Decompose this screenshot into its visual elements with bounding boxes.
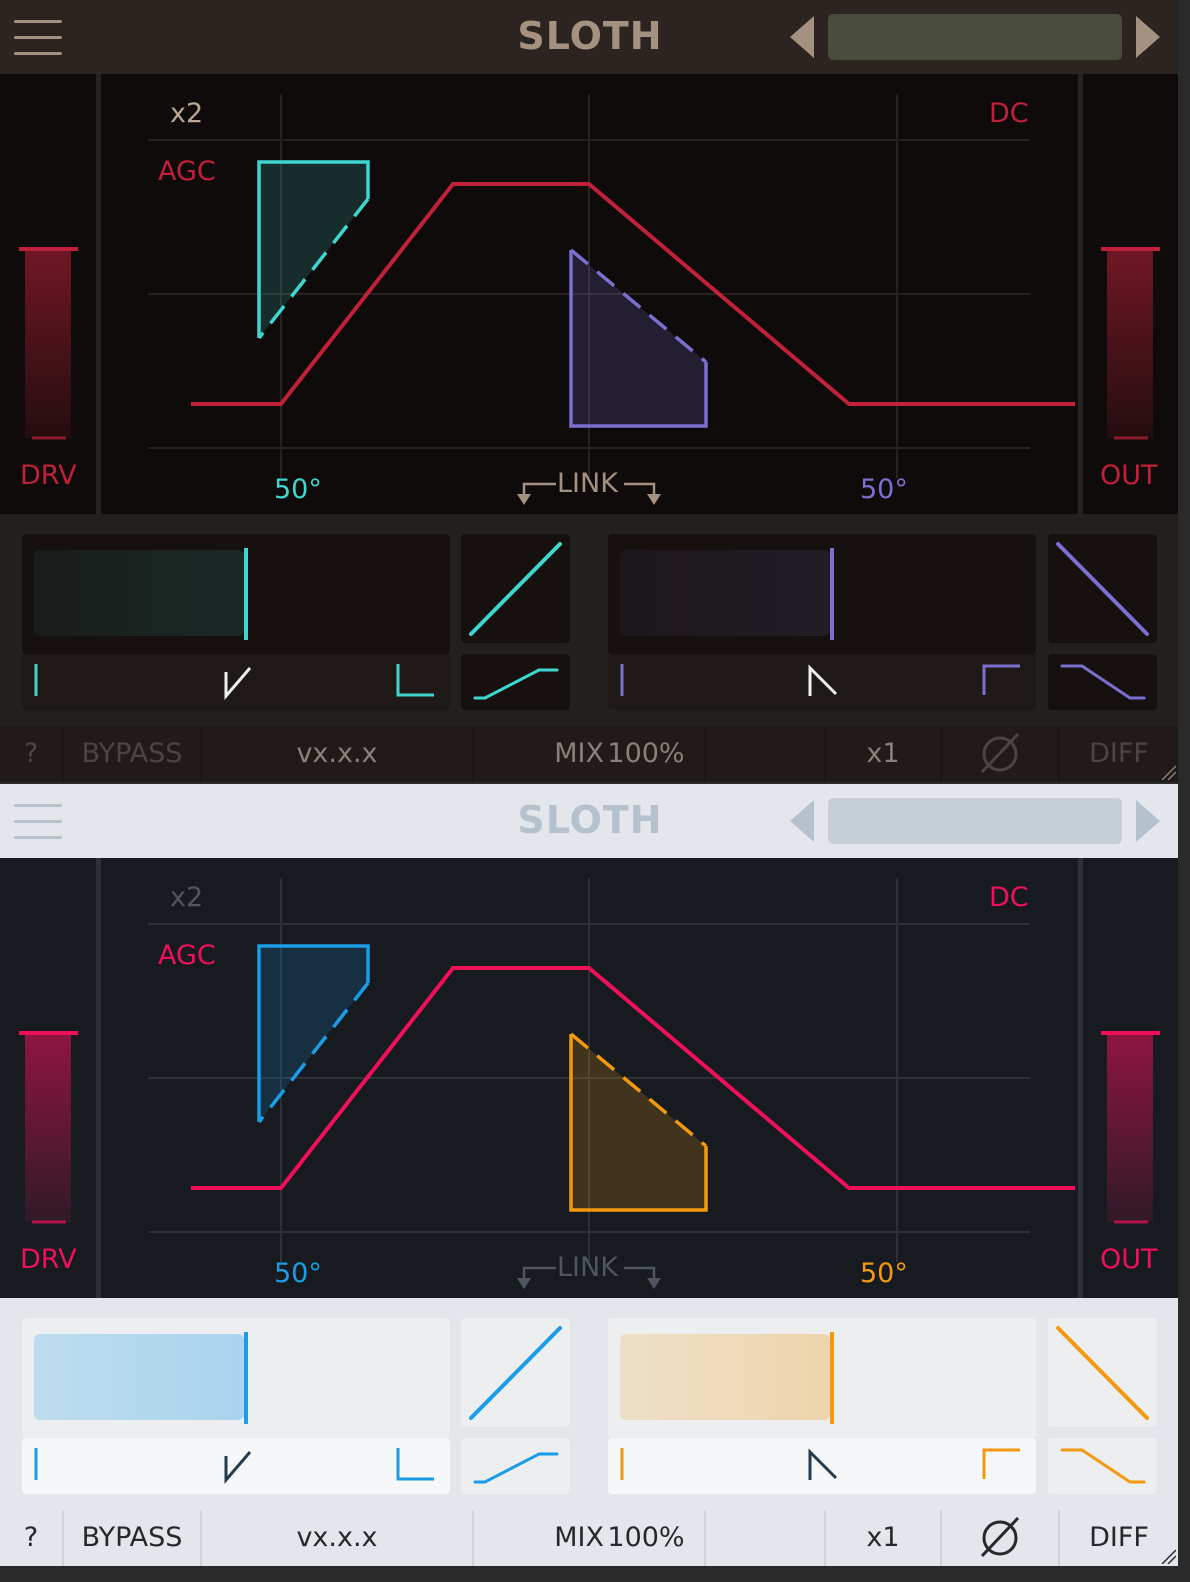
diagonal-rise-icon[interactable] bbox=[461, 534, 570, 643]
footer-bar: ? BYPASS vx.x.x MIX 100% x1 DIFF bbox=[0, 726, 1178, 782]
hamburger-menu-icon[interactable] bbox=[14, 18, 64, 58]
soft-rise-icon[interactable] bbox=[461, 654, 570, 710]
left-angle-value[interactable]: 50° bbox=[274, 474, 322, 505]
triangle-right-icon[interactable] bbox=[1136, 800, 1160, 842]
plugin-title: SLOTH bbox=[517, 14, 663, 58]
diagonal-rise-icon[interactable] bbox=[461, 1318, 570, 1427]
output-label: OUT bbox=[1100, 1244, 1158, 1275]
right-slider-box[interactable] bbox=[608, 534, 1036, 654]
drive-meter[interactable] bbox=[19, 1031, 78, 1224]
agc-label[interactable]: AGC bbox=[158, 156, 216, 187]
resize-grip-icon[interactable] bbox=[1160, 764, 1176, 780]
link-label[interactable]: LINK bbox=[557, 1252, 618, 1283]
agc-label[interactable]: AGC bbox=[158, 940, 216, 971]
left-mode-strip bbox=[22, 654, 450, 710]
phase-invert-icon[interactable] bbox=[942, 1510, 1058, 1566]
left-slider-box[interactable] bbox=[22, 1318, 450, 1438]
v-shape-icon[interactable] bbox=[224, 667, 252, 701]
peak-icon[interactable] bbox=[808, 1448, 838, 1480]
left-slider-handle[interactable] bbox=[244, 548, 248, 640]
right-slider-handle[interactable] bbox=[830, 548, 834, 640]
mix-label: MIX bbox=[554, 1522, 604, 1553]
resize-grip-icon[interactable] bbox=[1160, 1548, 1176, 1564]
triangle-left-icon[interactable] bbox=[790, 16, 814, 58]
right-mode-strip bbox=[608, 654, 1036, 710]
soft-fall-icon[interactable] bbox=[1048, 654, 1157, 710]
right-slider-fill[interactable] bbox=[620, 550, 830, 636]
right-angle-value[interactable]: 50° bbox=[860, 474, 908, 505]
right-slider-fill[interactable] bbox=[620, 1334, 830, 1420]
controls-section bbox=[0, 1298, 1178, 1510]
header-bar: SLOTH bbox=[0, 0, 1178, 74]
triangle-right-icon[interactable] bbox=[1136, 16, 1160, 58]
footer-bar: ? BYPASS vx.x.x MIX 100% x1 DIFF bbox=[0, 1510, 1178, 1566]
link-label[interactable]: LINK bbox=[557, 468, 618, 499]
controls-section bbox=[0, 514, 1178, 726]
plugin-panel-light: SLOTH x2 DC AGC DRV OUT 50° 50° LINK ? B… bbox=[0, 784, 1178, 1566]
preset-display[interactable] bbox=[828, 14, 1122, 60]
left-angle-value[interactable]: 50° bbox=[274, 1258, 322, 1289]
dc-label[interactable]: DC bbox=[989, 882, 1029, 913]
drive-label: DRV bbox=[20, 460, 77, 491]
preset-display[interactable] bbox=[828, 798, 1122, 844]
mix-label: MIX bbox=[554, 738, 604, 769]
graph-canvas bbox=[0, 858, 1178, 1298]
soft-fall-icon[interactable] bbox=[1048, 1438, 1157, 1494]
diagonal-fall-icon[interactable] bbox=[1048, 1318, 1157, 1427]
drive-label: DRV bbox=[20, 1244, 77, 1275]
plugin-panel-dark: SLOTH x2 DC AGC DRV OUT 50° 50° LINK ? B… bbox=[0, 0, 1178, 782]
mix-value[interactable]: 100% bbox=[588, 726, 704, 782]
corner-icon[interactable] bbox=[396, 1448, 434, 1481]
left-slider-fill[interactable] bbox=[34, 550, 244, 636]
drive-meter[interactable] bbox=[19, 247, 78, 440]
left-slider-fill[interactable] bbox=[34, 1334, 244, 1420]
oversample-graph-label[interactable]: x2 bbox=[170, 98, 203, 129]
help-button[interactable]: ? bbox=[0, 726, 62, 782]
graph-canvas bbox=[0, 74, 1178, 514]
left-slider-handle[interactable] bbox=[244, 1332, 248, 1424]
dc-label[interactable]: DC bbox=[989, 98, 1029, 129]
transfer-graph[interactable]: x2 DC AGC DRV OUT 50° 50° LINK bbox=[0, 74, 1178, 514]
oversample-graph-label[interactable]: x2 bbox=[170, 882, 203, 913]
diagonal-fall-icon[interactable] bbox=[1048, 534, 1157, 643]
header-bar: SLOTH bbox=[0, 784, 1178, 858]
output-meter[interactable] bbox=[1101, 247, 1160, 440]
v-shape-icon[interactable] bbox=[224, 1451, 252, 1485]
corner-icon[interactable] bbox=[396, 664, 434, 697]
left-mode-strip bbox=[22, 1438, 450, 1494]
transfer-graph[interactable]: x2 DC AGC DRV OUT 50° 50° LINK bbox=[0, 858, 1178, 1298]
version-label: vx.x.x bbox=[296, 1522, 378, 1553]
hamburger-menu-icon[interactable] bbox=[14, 802, 64, 842]
output-label: OUT bbox=[1100, 460, 1158, 491]
right-slider-box[interactable] bbox=[608, 1318, 1036, 1438]
mix-value[interactable]: 100% bbox=[588, 1510, 704, 1566]
phase-invert-icon[interactable] bbox=[942, 726, 1058, 782]
oversample-button[interactable]: x1 bbox=[826, 1510, 940, 1566]
bypass-button[interactable]: BYPASS bbox=[64, 726, 200, 782]
right-angle-value[interactable]: 50° bbox=[860, 1258, 908, 1289]
version-label: vx.x.x bbox=[296, 738, 378, 769]
right-mode-strip bbox=[608, 1438, 1036, 1494]
help-button[interactable]: ? bbox=[0, 1510, 62, 1566]
triangle-left-icon[interactable] bbox=[790, 800, 814, 842]
bypass-button[interactable]: BYPASS bbox=[64, 1510, 200, 1566]
plugin-title: SLOTH bbox=[517, 798, 663, 842]
soft-rise-icon[interactable] bbox=[461, 1438, 570, 1494]
corner-icon[interactable] bbox=[982, 1448, 1020, 1479]
left-slider-box[interactable] bbox=[22, 534, 450, 654]
oversample-button[interactable]: x1 bbox=[826, 726, 940, 782]
peak-icon[interactable] bbox=[808, 664, 838, 696]
right-slider-handle[interactable] bbox=[830, 1332, 834, 1424]
output-meter[interactable] bbox=[1101, 1031, 1160, 1224]
corner-icon[interactable] bbox=[982, 664, 1020, 695]
